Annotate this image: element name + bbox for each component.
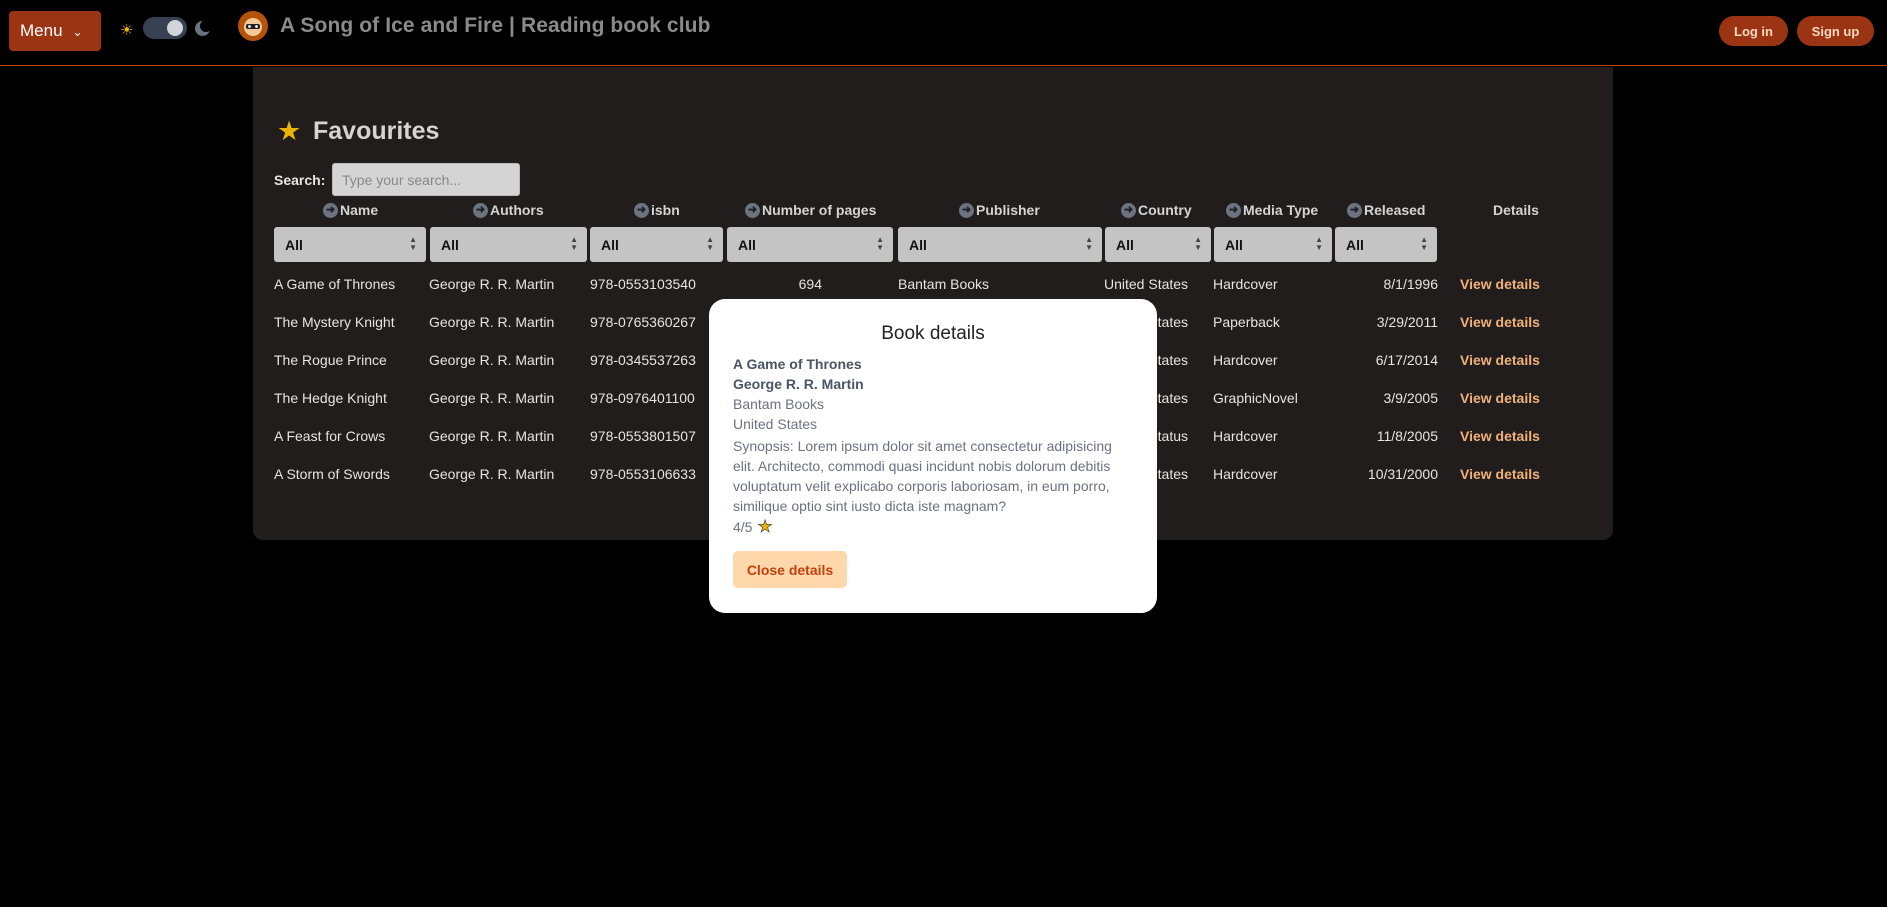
view-details-link[interactable]: View details [1460,390,1540,406]
view-details-link[interactable]: View details [1460,428,1540,444]
updown-icon: ▲ ▼ [1194,235,1202,252]
column-header-name[interactable]: ➜ Name [323,202,378,218]
table-cell-publisher: Bantam Books [898,276,990,292]
book-country: United States [733,416,818,432]
table-cell-isbn: 978-0553103540 [590,276,696,292]
sort-icon: ➜ [634,202,649,218]
table-cell-media-type: Paperback [1213,314,1280,330]
filter-media-type-select[interactable]: All ▲ ▼ [1214,227,1332,262]
book-publisher: Bantam Books [733,396,825,412]
filter-name-select[interactable]: All ▲ ▼ [274,227,426,262]
moon-icon [195,20,212,36]
filter-authors-select[interactable]: All ▲ ▼ [430,227,587,262]
table-cell-authors: George R. R. Martin [429,352,555,368]
updown-icon: ▲ ▼ [570,235,578,252]
column-header-isbn[interactable]: ➜ isbn [634,202,680,218]
top-bar: Menu ⌄ ☀ A Song of Ice and Fire | Readin… [0,0,1887,66]
book-name: A Game of Thrones [733,356,862,372]
sun-icon: ☀ [120,22,134,39]
column-header-country[interactable]: ➜ Country [1121,202,1192,218]
book-synopsis: Synopsis: Lorem ipsum dolor sit amet con… [733,438,1112,514]
updown-icon: ▲ ▼ [706,235,714,252]
table-cell-media-type: Hardcover [1213,428,1278,444]
table-cell-authors: George R. R. Martin [429,276,555,292]
table-cell-country: United States [1104,276,1189,292]
column-header-media-type[interactable]: ➜ Media Type [1226,202,1318,218]
column-header-released[interactable]: ➜ Released [1347,202,1425,218]
view-details-link[interactable]: View details [1460,466,1540,482]
sort-icon: ➜ [1121,202,1136,218]
search-input[interactable] [332,163,520,196]
book-author: George R. R. Martin [733,376,864,392]
table-cell-media-type: GraphicNovel [1213,390,1298,406]
column-header-authors[interactable]: ➜ Authors [473,202,544,218]
filter-publisher-select[interactable]: All ▲ ▼ [898,227,1102,262]
menu-button[interactable]: Menu ⌄ [9,11,101,51]
table-cell-authors: George R. R. Martin [429,428,555,444]
table-cell-name: The Mystery Knight [274,314,395,330]
filter-isbn-select[interactable]: All ▲ ▼ [590,227,723,262]
menu-label: Menu [20,21,63,40]
chevron-down-icon: ⌄ [72,25,83,39]
table-cell-authors: George R. R. Martin [429,314,555,330]
table-cell-media-type: Hardcover [1213,352,1278,368]
sort-icon: ➜ [1226,202,1241,218]
signup-button[interactable]: Sign up [1797,16,1874,46]
table-cell-released: 11/8/2005 [1376,428,1438,444]
table-cell-media-type: Hardcover [1213,276,1278,292]
search-label: Search: [274,172,326,188]
updown-icon: ▲ ▼ [1420,235,1428,252]
logo-icon [238,11,268,41]
sort-icon: ➜ [473,202,488,218]
site-title[interactable]: A Song of Ice and Fire | Reading book cl… [280,14,711,38]
page-title: Favourites [313,117,440,145]
column-header-publisher[interactable]: ➜ Publisher [959,202,1040,218]
sort-icon: ➜ [959,202,974,218]
sort-icon: ➜ [745,202,760,218]
updown-icon: ▲ ▼ [1315,235,1323,252]
book-details-modal: Book details A Game of Thrones George R.… [709,299,1157,613]
theme-toggle[interactable] [143,17,187,39]
sort-icon: ➜ [323,202,338,218]
column-header-pages[interactable]: ➜ Number of pages [745,202,876,218]
updown-icon: ▲ ▼ [876,235,884,252]
table-cell-media-type: Hardcover [1213,466,1278,482]
table-cell-name: A Game of Thrones [274,276,396,292]
table-cell-released: 3/29/2011 [1376,314,1438,330]
table-cell-isbn: 978-0765360267 [590,314,696,330]
table-cell-authors: George R. R. Martin [429,466,555,482]
table-cell-pages: 694 [798,276,822,292]
table-cell-isbn: 978-0976401100 [590,390,695,406]
table-cell-authors: George R. R. Martin [429,390,555,406]
login-button[interactable]: Log in [1719,16,1788,46]
column-header-details: Details [1493,202,1539,218]
updown-icon: ▲ ▼ [409,235,417,252]
table-cell-released: 8/1/1996 [1383,276,1439,292]
view-details-link[interactable]: View details [1460,314,1540,330]
view-details-link[interactable]: View details [1460,276,1540,292]
table-cell-released: 10/31/2000 [1367,466,1438,482]
table-cell-name: A Feast for Crows [274,428,386,444]
table-cell-isbn: 978-0553106633 [590,466,696,482]
filter-country-select[interactable]: All ▲ ▼ [1105,227,1211,262]
table-cell-released: 6/17/2014 [1375,352,1438,368]
table-cell-released: 3/9/2005 [1383,390,1439,406]
close-details-button[interactable]: Close details [733,551,847,588]
rating-value: 4/5 [733,519,753,535]
filter-released-select[interactable]: All ▲ ▼ [1335,227,1437,262]
star-icon: ★ [757,517,773,537]
modal-title: Book details [881,323,985,344]
sort-icon: ➜ [1347,202,1362,218]
table-cell-isbn: 978-0345537263 [590,352,696,368]
table-cell-isbn: 978-0553801507 [590,428,696,444]
star-icon: ★ [277,116,302,146]
book-rating: 4/5 ★ [733,517,773,537]
filter-pages-select[interactable]: All ▲ ▼ [727,227,893,262]
table-cell-name: The Rogue Prince [274,352,387,368]
table-cell-name: The Hedge Knight [274,390,387,406]
updown-icon: ▲ ▼ [1085,235,1093,252]
view-details-link[interactable]: View details [1460,352,1540,368]
table-cell-name: A Storm of Swords [274,466,390,482]
